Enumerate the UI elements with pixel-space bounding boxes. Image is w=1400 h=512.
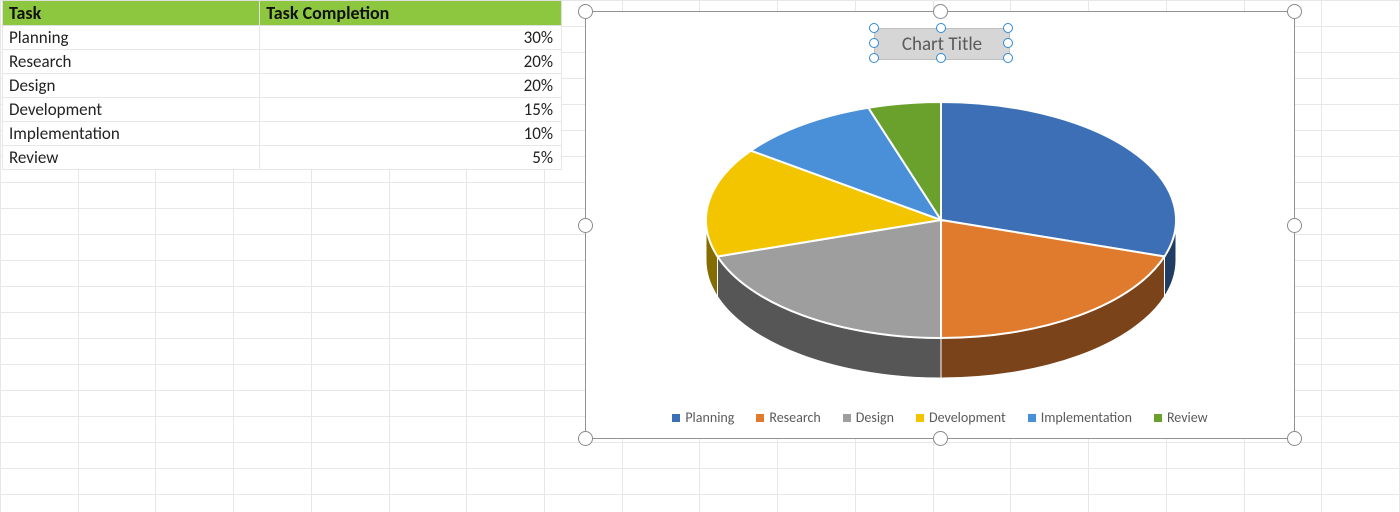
legend-label: Design — [856, 409, 894, 426]
legend-item[interactable]: Research — [756, 409, 820, 426]
resize-handle-bot-right-icon[interactable] — [1287, 431, 1302, 446]
resize-handle-bot-left-icon[interactable] — [578, 431, 593, 446]
legend-label: Review — [1167, 409, 1208, 426]
resize-handle-bot-mid-icon[interactable] — [933, 431, 948, 446]
pie-chart[interactable] — [696, 70, 1186, 400]
resize-handle-top-mid-icon[interactable] — [933, 4, 948, 19]
col-header-task[interactable]: Task — [3, 1, 260, 26]
title-handle-bot-left-icon[interactable] — [869, 53, 879, 63]
cell-pct[interactable]: 5% — [260, 146, 562, 170]
chart-plot-area[interactable]: Chart Title Planning Research — [585, 11, 1295, 439]
legend-label: Implementation — [1041, 409, 1132, 426]
cell-pct[interactable]: 20% — [260, 50, 562, 74]
table-row[interactable]: Planning 30% — [3, 26, 562, 50]
resize-handle-mid-left-icon[interactable] — [578, 218, 593, 233]
table-row[interactable]: Review 5% — [3, 146, 562, 170]
legend-swatch-icon — [1028, 414, 1036, 422]
legend-swatch-icon — [843, 414, 851, 422]
legend-item[interactable]: Design — [843, 409, 894, 426]
cell-task[interactable]: Design — [3, 74, 260, 98]
chart-title[interactable]: Chart Title — [874, 28, 1008, 58]
cell-pct[interactable]: 10% — [260, 122, 562, 146]
title-handle-bot-right-icon[interactable] — [1003, 53, 1013, 63]
legend-item[interactable]: Planning — [672, 409, 734, 426]
cell-pct[interactable]: 30% — [260, 26, 562, 50]
task-data-table[interactable]: Task Task Completion Planning 30% Resear… — [2, 0, 562, 170]
cell-task[interactable]: Review — [3, 146, 260, 170]
resize-handle-top-right-icon[interactable] — [1287, 4, 1302, 19]
title-handle-bot-mid-icon[interactable] — [936, 53, 946, 63]
title-handle-mid-left-icon[interactable] — [869, 38, 879, 48]
legend-swatch-icon — [916, 414, 924, 422]
title-handle-top-left-icon[interactable] — [869, 23, 879, 33]
chart-legend[interactable]: Planning Research Design Development Imp… — [586, 409, 1294, 426]
title-handle-top-right-icon[interactable] — [1003, 23, 1013, 33]
cell-task[interactable]: Research — [3, 50, 260, 74]
title-handle-top-mid-icon[interactable] — [936, 23, 946, 33]
cell-task[interactable]: Development — [3, 98, 260, 122]
legend-item[interactable]: Review — [1154, 409, 1208, 426]
legend-label: Research — [769, 409, 820, 426]
legend-item[interactable]: Development — [916, 409, 1006, 426]
title-handle-mid-right-icon[interactable] — [1003, 38, 1013, 48]
cell-pct[interactable]: 15% — [260, 98, 562, 122]
resize-handle-top-left-icon[interactable] — [578, 4, 593, 19]
legend-swatch-icon — [1154, 414, 1162, 422]
table-row[interactable]: Research 20% — [3, 50, 562, 74]
legend-swatch-icon — [756, 414, 764, 422]
table-row[interactable]: Implementation 10% — [3, 122, 562, 146]
chart-object[interactable]: Chart Title Planning Research — [585, 11, 1295, 439]
legend-label: Development — [929, 409, 1006, 426]
legend-label: Planning — [685, 409, 734, 426]
col-header-completion[interactable]: Task Completion — [260, 1, 562, 26]
table-row[interactable]: Development 15% — [3, 98, 562, 122]
resize-handle-mid-right-icon[interactable] — [1287, 218, 1302, 233]
cell-task[interactable]: Planning — [3, 26, 260, 50]
legend-swatch-icon — [672, 414, 680, 422]
cell-task[interactable]: Implementation — [3, 122, 260, 146]
table-row[interactable]: Design 20% — [3, 74, 562, 98]
cell-pct[interactable]: 20% — [260, 74, 562, 98]
legend-item[interactable]: Implementation — [1028, 409, 1132, 426]
